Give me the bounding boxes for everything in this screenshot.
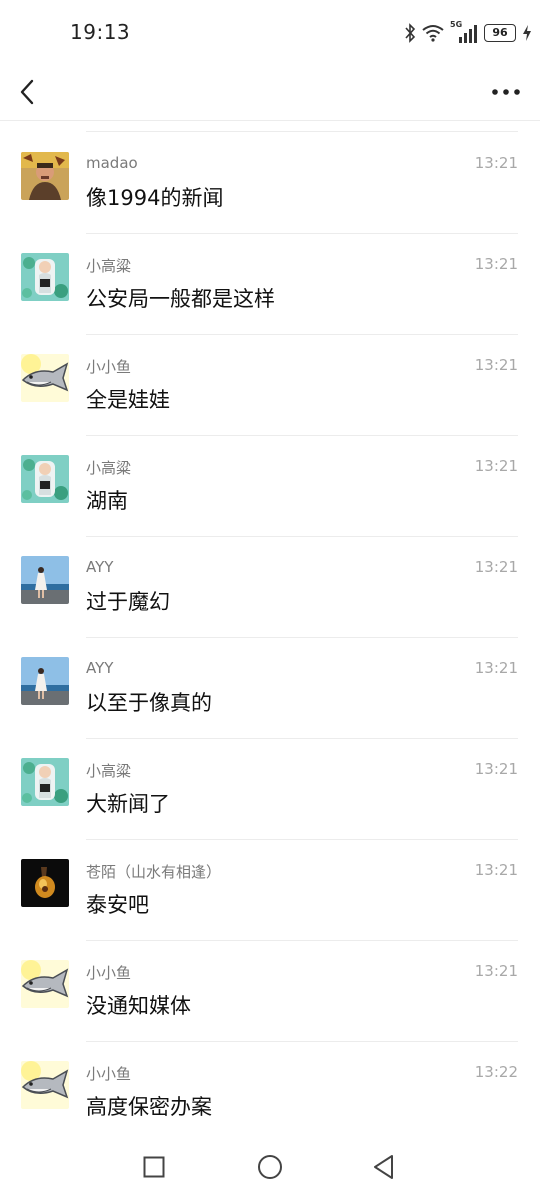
sender-name: 小小鱼 [86, 964, 132, 982]
sender-name: 小高粱 [86, 459, 132, 477]
home-circle-icon[interactable] [257, 1154, 283, 1180]
message-time: 13:21 [474, 154, 518, 172]
charging-icon [523, 25, 531, 41]
cellular-signal-icon: 5G [450, 20, 478, 44]
message-time: 13:21 [474, 255, 518, 273]
more-options-button[interactable] [486, 72, 526, 112]
sender-name: AYY [86, 659, 114, 677]
system-navigation-bar [0, 1138, 540, 1200]
message-text[interactable]: 大新闻了 [86, 788, 170, 818]
recent-apps-square-icon[interactable] [143, 1156, 165, 1178]
message-item[interactable]: 小高粱 13:21 湖南 [0, 435, 540, 536]
message-text[interactable]: 以至于像真的 [86, 687, 212, 717]
avatar-xiaoxiaoyu[interactable] [21, 354, 69, 402]
message-item[interactable]: madao 13:21 像1994的新闻 [0, 132, 540, 233]
message-item[interactable]: 小小鱼 13:21 没通知媒体 [0, 940, 540, 1041]
message-list[interactable]: madao 13:21 像1994的新闻小高粱 13:21 公安局一般都是这样小小鱼 13… [0, 132, 540, 1142]
status-bar: 19:13 5G 96 [0, 0, 540, 66]
message-item[interactable]: 小高粱 13:21 大新闻了 [0, 738, 540, 839]
message-text[interactable]: 泰安吧 [86, 889, 149, 919]
message-item[interactable]: AYY 13:21 以至于像真的 [0, 637, 540, 738]
message-time: 13:21 [474, 356, 518, 374]
message-time: 13:21 [474, 861, 518, 879]
avatar-ayy[interactable] [21, 556, 69, 604]
message-time: 13:22 [474, 1063, 518, 1081]
back-button[interactable] [14, 72, 46, 112]
message-item[interactable]: 苍陌（山水有相逢） 13:21 泰安吧 [0, 839, 540, 940]
message-time: 13:21 [474, 760, 518, 778]
message-item[interactable]: 小小鱼 13:21 全是娃娃 [0, 334, 540, 435]
message-text[interactable]: 高度保密办案 [86, 1091, 212, 1121]
back-triangle-icon[interactable] [372, 1154, 396, 1180]
chat-top-bar [0, 66, 540, 122]
sender-name: 小高粱 [86, 257, 132, 275]
sender-name: madao [86, 154, 138, 172]
battery-icon: 96 [484, 24, 516, 42]
message-time: 13:21 [474, 558, 518, 576]
sender-name: 小小鱼 [86, 358, 132, 376]
header-divider [0, 120, 540, 121]
message-time: 13:21 [474, 962, 518, 980]
status-icons: 5G 96 [404, 20, 532, 46]
status-time: 19:13 [70, 20, 131, 44]
message-time: 13:21 [474, 457, 518, 475]
message-text[interactable]: 过于魔幻 [86, 586, 170, 616]
avatar-xiaogaoliang[interactable] [21, 455, 69, 503]
message-time: 13:21 [474, 659, 518, 677]
avatar-xiaogaoliang[interactable] [21, 253, 69, 301]
message-item[interactable]: 小小鱼 13:22 高度保密办案 [0, 1041, 540, 1142]
bluetooth-icon [405, 23, 416, 43]
message-text[interactable]: 湖南 [86, 485, 128, 515]
wifi-icon [422, 25, 444, 42]
more-dots-icon [492, 89, 520, 95]
avatar-xiaogaoliang[interactable] [21, 758, 69, 806]
battery-level: 96 [492, 26, 508, 39]
avatar-xiaoxiaoyu[interactable] [21, 960, 69, 1008]
message-text[interactable]: 公安局一般都是这样 [86, 283, 275, 313]
sender-name: 小高粱 [86, 762, 132, 780]
message-text[interactable]: 像1994的新闻 [86, 182, 223, 212]
avatar-xiaoxiaoyu[interactable] [21, 1061, 69, 1109]
message-item[interactable]: AYY 13:21 过于魔幻 [0, 536, 540, 637]
chevron-left-icon [20, 79, 34, 105]
avatar-ayy[interactable] [21, 657, 69, 705]
avatar-cangmo[interactable] [21, 859, 69, 907]
message-item[interactable]: 小高粱 13:21 公安局一般都是这样 [0, 233, 540, 334]
message-text[interactable]: 没通知媒体 [86, 990, 191, 1020]
sender-name: AYY [86, 558, 114, 576]
sender-name: 苍陌（山水有相逢） [86, 863, 222, 881]
sender-name: 小小鱼 [86, 1065, 132, 1083]
avatar-madao[interactable] [21, 152, 69, 200]
message-text[interactable]: 全是娃娃 [86, 384, 170, 414]
